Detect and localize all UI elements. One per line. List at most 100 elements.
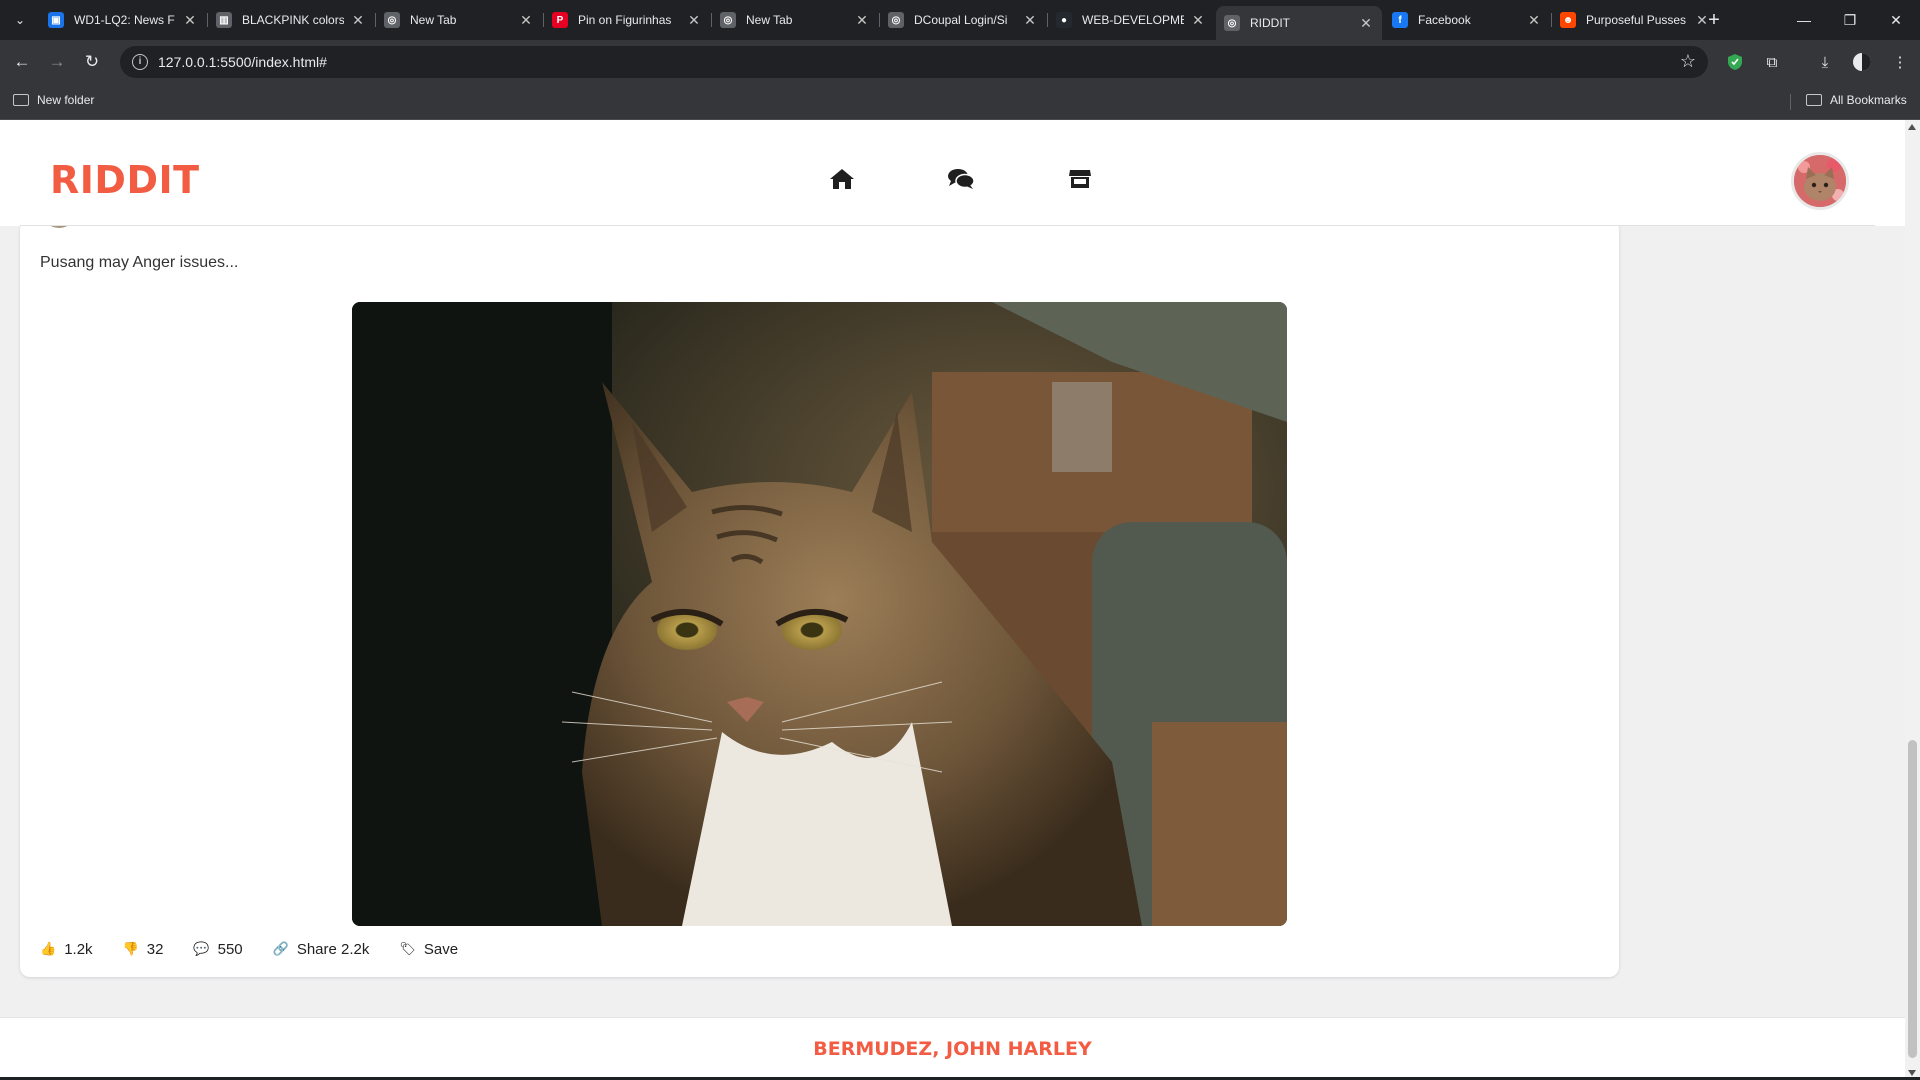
profile-icon[interactable]: [1850, 50, 1874, 74]
browser-tab[interactable]: ▣ WD1-LQ2: News F ✕: [40, 6, 206, 34]
post-actions: 👍 1.2k 👎 32 💬 550 🔗 Share 2.2k 🏷 Save: [40, 937, 488, 961]
thumbs-down-icon: 👎: [122, 941, 139, 956]
tab-favicon-icon: ◎: [888, 12, 904, 28]
tab-close-icon[interactable]: ✕: [854, 12, 870, 29]
avatar-cat-image: [1794, 155, 1846, 207]
scroll-up-arrow[interactable]: [1908, 124, 1916, 130]
menu-kebab-icon[interactable]: ⋮: [1888, 50, 1912, 74]
post-text: Pusang may Anger issues...: [40, 254, 239, 271]
like-count: 1.2k: [64, 940, 93, 958]
cat-photo: [352, 302, 1287, 926]
browser-tabstrip: ⌄ ▣ WD1-LQ2: News F ✕ ▥ BLACKPINK colors ✕ ◎ Ne…: [0, 0, 1920, 40]
dislike-button[interactable]: 👎 32: [123, 941, 164, 958]
browser-tab[interactable]: ● WEB-DEVELOPME ✕: [1048, 6, 1214, 34]
app-header: RIDDIT: [0, 120, 1905, 226]
tab-close-icon[interactable]: ✕: [1526, 12, 1542, 29]
riddit-logo[interactable]: RIDDIT: [50, 158, 200, 202]
scroll-thumb[interactable]: [1908, 740, 1917, 1058]
tab-close-icon[interactable]: ✕: [182, 12, 198, 29]
address-bar[interactable]: i 127.0.0.1:5500/index.html# ☆: [120, 46, 1708, 78]
like-button[interactable]: 👍 1.2k: [40, 941, 93, 958]
share-button[interactable]: 🔗 Share 2.2k: [273, 941, 370, 958]
bookmark-folder[interactable]: New folder: [13, 93, 94, 107]
tab-label: New Tab: [746, 13, 793, 27]
tab-favicon-icon: P: [552, 12, 568, 28]
browser-tab[interactable]: ◎ DCoupal Login/Si ✕: [880, 6, 1046, 34]
restore-button[interactable]: ❐: [1827, 0, 1873, 40]
store-icon: [1069, 170, 1091, 188]
footer-author-name: BERMUDEZ, JOHN HARLEY: [813, 1038, 1092, 1060]
tab-label: RIDDIT: [1250, 16, 1290, 30]
url-text[interactable]: 127.0.0.1:5500/index.html#: [158, 54, 327, 70]
tab-favicon-icon: ◎: [1224, 15, 1240, 31]
tab-label: Facebook: [1418, 13, 1471, 27]
comment-count: 550: [217, 940, 243, 958]
tab-label: BLACKPINK colors: [242, 13, 344, 27]
browser-tab[interactable]: ◎ New Tab ✕: [712, 6, 878, 34]
store-nav-button[interactable]: [1065, 164, 1095, 194]
bookmark-star-icon[interactable]: ☆: [1680, 51, 1696, 72]
all-bookmarks-label: All Bookmarks: [1830, 93, 1907, 107]
browser-tab[interactable]: ◎ RIDDIT ✕: [1216, 6, 1382, 40]
tab-label: WEB-DEVELOPME: [1082, 13, 1184, 27]
bookmarks-divider: [1790, 94, 1791, 110]
browser-tab[interactable]: ▥ BLACKPINK colors ✕: [208, 6, 374, 34]
comment-button[interactable]: 💬 550: [193, 941, 242, 958]
tab-favicon-icon: ▥: [216, 12, 232, 28]
chat-nav-button[interactable]: [946, 164, 976, 194]
post-card: Pusang may Anger issues... 👍 1.2k 👎 32 💬…: [20, 190, 1619, 977]
tab-favicon-icon: ◎: [720, 12, 736, 28]
comment-icon: 💬: [193, 941, 210, 956]
all-bookmarks[interactable]: All Bookmarks: [1806, 93, 1907, 107]
tab-close-icon[interactable]: ✕: [350, 12, 366, 29]
user-avatar[interactable]: [1791, 152, 1849, 210]
browser-tab[interactable]: ◎ New Tab ✕: [376, 6, 542, 34]
chat-icon: [948, 169, 975, 189]
post-image-cat[interactable]: [352, 302, 1287, 926]
home-icon: [830, 169, 854, 189]
forward-button[interactable]: →: [45, 50, 69, 74]
dislike-count: 32: [146, 940, 164, 958]
tab-close-icon[interactable]: ✕: [1022, 12, 1038, 29]
folder-icon: [1806, 94, 1822, 106]
tab-label: DCoupal Login/Si: [914, 13, 1008, 27]
tab-favicon-icon: ☻: [1560, 12, 1576, 28]
new-tab-button[interactable]: +: [1702, 9, 1726, 33]
shield-extension-icon[interactable]: [1723, 50, 1747, 74]
folder-icon: [13, 94, 29, 106]
tab-favicon-icon: ▣: [48, 12, 64, 28]
scroll-down-arrow[interactable]: [1908, 1070, 1916, 1076]
browser-tab[interactable]: f Facebook ✕: [1384, 6, 1550, 34]
tab-close-icon[interactable]: ✕: [686, 12, 702, 29]
back-button[interactable]: ←: [10, 50, 34, 74]
minimize-button[interactable]: —: [1781, 0, 1827, 40]
downloads-icon[interactable]: ⤓: [1813, 50, 1837, 74]
link-icon: 🔗: [272, 941, 289, 956]
tab-label: Pin on Figurinhas: [578, 13, 672, 27]
tab-favicon-icon: f: [1392, 12, 1408, 28]
tab-label: Purposeful Pusses: [1586, 13, 1687, 27]
reload-button[interactable]: ↻: [80, 50, 104, 74]
extensions-puzzle-icon[interactable]: ⧉: [1760, 50, 1784, 74]
tab-close-icon[interactable]: ✕: [518, 12, 534, 29]
save-button[interactable]: 🏷 Save: [399, 941, 458, 958]
tab-label: WD1-LQ2: News F: [74, 13, 175, 27]
tab-label: New Tab: [410, 13, 457, 27]
bookmarks-bar: New folder All Bookmarks: [0, 84, 1920, 120]
page-scrollbar[interactable]: [1905, 120, 1920, 1080]
thumbs-up-icon: 👍: [40, 941, 57, 956]
tab-favicon-icon: ◎: [384, 12, 400, 28]
share-label: Share 2.2k: [296, 940, 370, 958]
page-footer: BERMUDEZ, JOHN HARLEY: [0, 1017, 1905, 1080]
browser-tab[interactable]: ☻ Purposeful Pusses ✕: [1552, 6, 1718, 34]
close-window-button[interactable]: ✕: [1873, 0, 1919, 40]
site-info-icon[interactable]: i: [132, 54, 148, 70]
header-divider: [20, 225, 1875, 226]
page-viewport: Pusang may Anger issues... 👍 1.2k 👎 32 💬…: [0, 120, 1905, 1080]
tab-search-button[interactable]: ⌄: [8, 8, 32, 32]
tab-close-icon[interactable]: ✕: [1190, 12, 1206, 29]
tab-close-icon[interactable]: ✕: [1358, 15, 1374, 32]
home-nav-button[interactable]: [827, 164, 857, 194]
save-tag-icon: 🏷: [399, 941, 416, 956]
browser-tab[interactable]: P Pin on Figurinhas ✕: [544, 6, 710, 34]
